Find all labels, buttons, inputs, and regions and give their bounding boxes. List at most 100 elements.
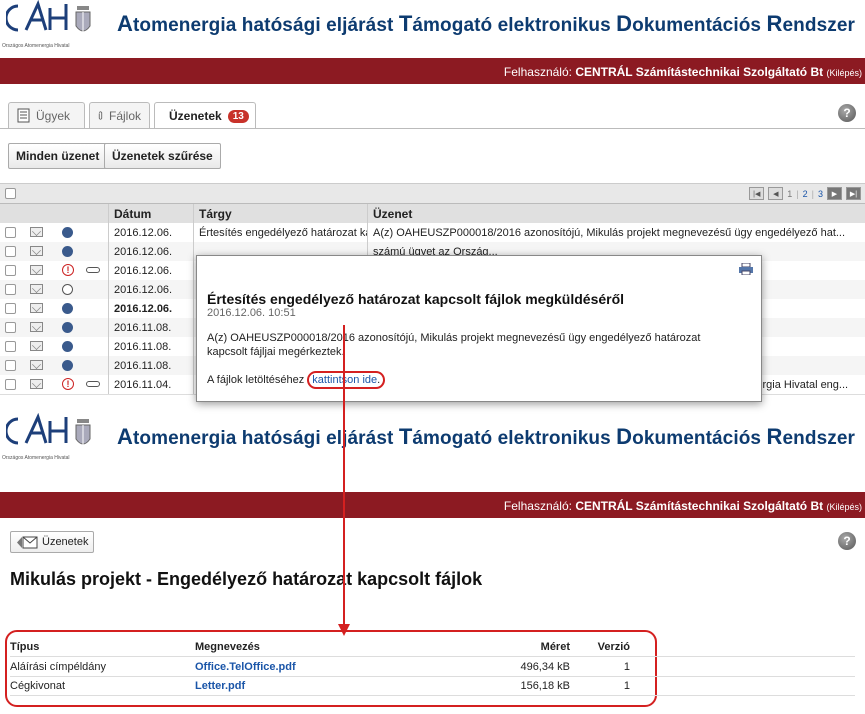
file-name-link[interactable]: Letter.pdf (195, 676, 245, 695)
priority-warning-icon: ! (62, 264, 74, 276)
header-bar-second: Felhasználó: CENTRÁL Számítástechnikai S… (0, 492, 865, 518)
envelope-icon (30, 322, 43, 332)
help-icon[interactable]: ? (838, 104, 856, 122)
attachment-icon (86, 381, 100, 387)
app-title-second: Atomenergia hatósági eljárást Támogató e… (117, 424, 855, 449)
col-date[interactable]: Dátum (108, 204, 193, 223)
col-name: Megnevezés (195, 640, 260, 653)
prev-page-icon[interactable]: ◀ (768, 187, 784, 200)
user-info: Felhasználó: CENTRÁL Számítástechnikai S… (503, 65, 862, 79)
file-size: 496,34 kB (520, 660, 570, 673)
row-subject: Értesítés engedélyező határozat kapcs... (193, 223, 367, 242)
download-link-highlight: kattintson ide. (307, 371, 386, 389)
file-name-link[interactable]: Office.TelOffice.pdf (195, 657, 296, 676)
pager: |◀ ◀ 1 | 2 | 3 ▶ ▶| (749, 187, 861, 200)
coat-of-arms-icon (75, 6, 91, 32)
logout-link[interactable]: (Kilépés) (826, 68, 862, 78)
envelope-icon (30, 246, 43, 256)
logo-org-text: Országos Atomenergia Hivatal (2, 43, 70, 49)
row-checkbox[interactable] (5, 341, 16, 352)
coat-of-arms-icon (75, 419, 91, 445)
tab-divider (0, 128, 865, 129)
col-message[interactable]: Üzenet (367, 204, 865, 223)
tab-label: Fájlok (108, 108, 141, 123)
row-checkbox[interactable] (5, 265, 16, 276)
row-checkbox[interactable] (5, 284, 16, 295)
envelope-icon (30, 379, 43, 389)
row-date: 2016.12.06. (108, 261, 193, 280)
back-envelope-icon (17, 536, 38, 548)
page-3[interactable]: 3 (818, 189, 823, 199)
tab-fajlok[interactable]: Fájlok (89, 102, 150, 128)
row-checkbox[interactable] (5, 227, 16, 238)
document-icon (17, 108, 30, 123)
status-dot-icon (62, 246, 73, 257)
logout-link[interactable]: (Kilépés) (826, 502, 862, 512)
envelope-icon (30, 284, 43, 294)
envelope-icon (30, 341, 43, 351)
logo-second: Országos Atomenergia Hivatal (0, 413, 112, 467)
back-to-messages-button[interactable]: Üzenetek (10, 531, 95, 553)
status-dot-icon (62, 227, 73, 238)
download-link-ide[interactable]: ide (362, 374, 377, 386)
envelope-icon (30, 265, 43, 275)
table-toolbar (0, 183, 865, 204)
col-type: Típus (10, 640, 40, 653)
table-header: Dátum Tárgy Üzenet (0, 203, 865, 224)
oah-logo-icon (6, 413, 68, 445)
annotation-arrow-head (338, 624, 350, 636)
tab-label: Ügyek (36, 108, 71, 123)
status-open-icon (62, 284, 73, 295)
help-icon[interactable]: ? (838, 532, 856, 550)
row-checkbox[interactable] (5, 246, 16, 257)
col-version: Verzió (597, 640, 630, 653)
print-icon[interactable] (739, 263, 753, 275)
popup-title: Értesítés engedélyező határozat kapcsolt… (207, 291, 625, 307)
download-link[interactable]: kattintson (312, 374, 359, 386)
col-size: Méret (540, 640, 570, 653)
envelope-icon (30, 360, 43, 370)
file-size: 156,18 kB (520, 679, 570, 692)
table-row[interactable]: 2016.12.06. Értesítés engedélyező határoz… (0, 223, 865, 243)
header-bar: Felhasználó: CENTRÁL Számítástechnikai S… (0, 58, 865, 84)
first-page-icon[interactable]: |◀ (749, 187, 765, 200)
status-dot-icon (62, 341, 73, 352)
app-title: Atomenergia hatósági eljárást Támogató e… (117, 11, 855, 36)
row-date: 2016.12.06. (108, 280, 193, 299)
row-checkbox[interactable] (5, 303, 16, 314)
popup-download-line: A fájlok letöltéséhez kattintson ide. (207, 371, 386, 389)
status-dot-icon (62, 360, 73, 371)
file-type: Cégkivonat (10, 679, 66, 692)
page-title: Mikulás projekt - Engedélyező határozat … (10, 569, 483, 589)
row-checkbox[interactable] (5, 360, 16, 371)
envelope-icon (30, 303, 43, 313)
row-date: 2016.11.08. (108, 356, 193, 375)
next-page-icon[interactable]: ▶ (827, 187, 842, 200)
last-page-icon[interactable]: ▶| (846, 187, 861, 200)
logo: Országos Atomenergia Hivatal (0, 0, 112, 54)
message-preview-popup: Értesítés engedélyező határozat kapcsolt… (196, 255, 762, 402)
row-date: 2016.12.06. (108, 223, 193, 242)
paperclip-icon (98, 111, 103, 120)
all-messages-button[interactable]: Minden üzenet (8, 143, 108, 169)
page-1[interactable]: 1 (787, 189, 792, 199)
row-date: 2016.11.04. (108, 375, 193, 394)
envelope-icon (30, 227, 43, 237)
page-2[interactable]: 2 (803, 189, 808, 199)
popup-body: A(z) OAHEUSZP000018/2016 azonosítójú, Mi… (207, 332, 701, 358)
row-checkbox[interactable] (5, 379, 16, 390)
attachment-icon (86, 267, 100, 273)
tab-ugyek[interactable]: Ügyek (8, 102, 85, 128)
file-row: Cégkivonat Letter.pdf 156,18 kB 1 (10, 676, 855, 696)
row-checkbox[interactable] (5, 322, 16, 333)
col-subject[interactable]: Tárgy (193, 204, 367, 223)
file-row: Aláírási címpéldány Office.TelOffice.pdf 4… (10, 657, 855, 677)
row-date: 2016.12.06. (108, 299, 193, 318)
row-date: 2016.11.08. (108, 318, 193, 337)
files-table-header: Típus Megnevezés Méret Verzió (10, 637, 855, 657)
user-info: Felhasználó: CENTRÁL Számítástechnikai S… (503, 499, 862, 513)
tab-uzenetek[interactable]: Üzenetek 13 (154, 102, 256, 129)
select-all-checkbox[interactable] (5, 188, 16, 199)
filter-messages-button[interactable]: Üzenetek szűrése (104, 143, 221, 169)
row-date: 2016.12.06. (108, 242, 193, 261)
